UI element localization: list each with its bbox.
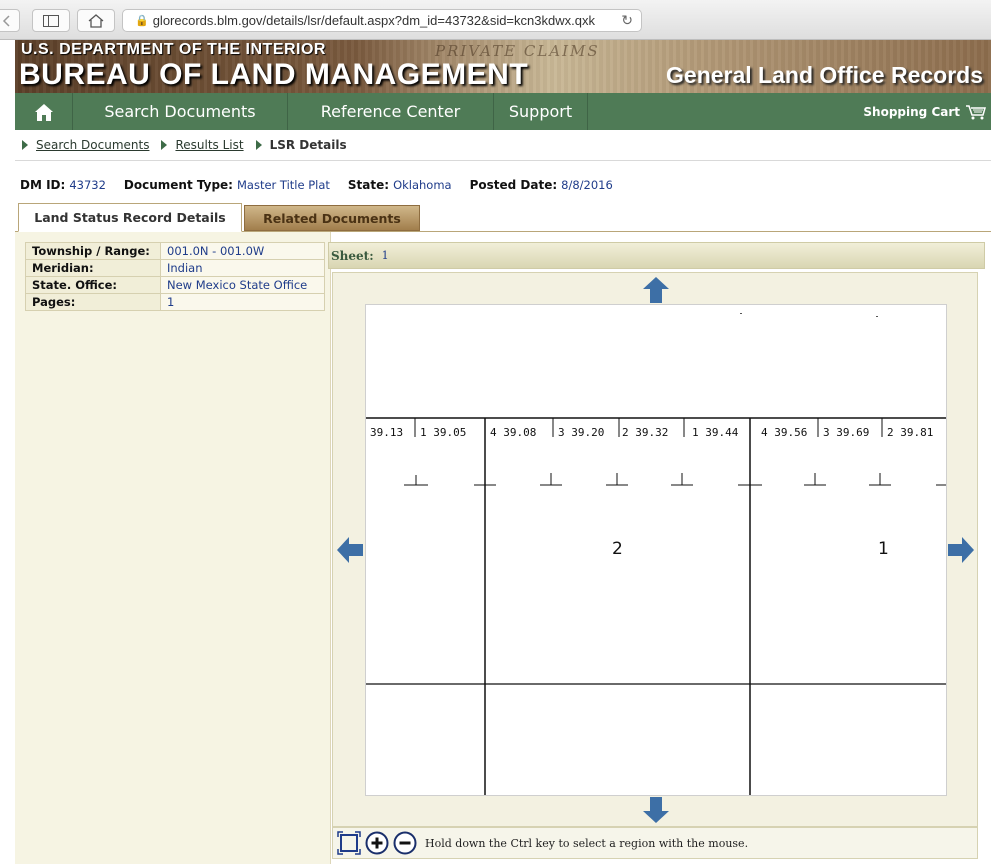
table-row: Pages: 1 — [25, 293, 325, 311]
posted-date-value: 8/8/2016 — [561, 178, 613, 192]
township-range-value: 001.0N - 001.0W — [160, 242, 325, 260]
viewer-toolbar: Hold down the Ctrl key to select a regio… — [332, 827, 978, 859]
nav-home-button[interactable] — [15, 93, 73, 130]
nav-reference-center[interactable]: Reference Center — [288, 93, 494, 130]
divider — [15, 160, 991, 161]
document-summary: DM ID: 43732 Document Type: Master Title… — [20, 178, 631, 192]
department-title: U.S. DEPARTMENT OF THE INTERIOR — [21, 41, 326, 58]
pan-right-arrow-icon[interactable] — [947, 536, 975, 564]
chevron-left-icon — [2, 14, 10, 27]
lock-icon: 🔒 — [135, 15, 149, 27]
back-button[interactable] — [0, 9, 20, 32]
dm-id-value: 43732 — [69, 178, 106, 192]
sidebar-icon — [43, 14, 59, 27]
bureau-title[interactable]: BUREAU OF LAND MANAGEMENT — [19, 58, 528, 92]
home-browser-button[interactable] — [77, 9, 115, 32]
township-range-label: Township / Range: — [25, 242, 161, 260]
reload-icon[interactable]: ↻ — [621, 12, 633, 29]
zoom-out-icon — [393, 831, 417, 855]
tab-land-status-record-details[interactable]: Land Status Record Details — [18, 203, 242, 232]
pan-down-arrow-icon[interactable] — [642, 796, 670, 824]
section-number: 2 — [612, 539, 623, 559]
breadcrumb-arrow-icon — [161, 140, 168, 150]
lot-label: 2 39.81 — [887, 426, 934, 439]
breadcrumb-arrow-icon — [255, 140, 262, 150]
state-office-value: New Mexico State Office — [160, 276, 325, 294]
breadcrumb-search-documents[interactable]: Search Documents — [36, 138, 149, 152]
sheet-bar: Sheet: 1 — [328, 242, 985, 269]
pan-left-arrow-icon[interactable] — [336, 536, 364, 564]
lot-label: 4 39.08 — [490, 426, 537, 439]
breadcrumb-results-list[interactable]: Results List — [175, 138, 243, 152]
select-region-button[interactable] — [337, 831, 361, 855]
select-region-icon — [337, 831, 361, 855]
zoom-out-button[interactable] — [393, 831, 417, 855]
details-table: Township / Range: 001.0N - 001.0W Meridi… — [25, 242, 325, 311]
shopping-cart-label: Shopping Cart — [863, 104, 960, 119]
selection-hint: Hold down the Ctrl key to select a regio… — [425, 836, 749, 850]
table-row: State. Office: New Mexico State Office — [25, 276, 325, 294]
sheet-value: 1 — [381, 249, 389, 262]
url-text: glorecords.blm.gov/details/lsr/default.a… — [152, 13, 595, 28]
lot-acreage-row: 39.13 1 39.05 4 39.08 3 39.20 2 39.32 1 … — [366, 426, 946, 440]
lot-label: 4 39.56 — [761, 426, 808, 439]
state-office-label: State. Office: — [25, 276, 161, 294]
dm-id-label: DM ID: — [20, 178, 66, 192]
document-type-label: Document Type: — [123, 178, 233, 192]
lot-label: 2 39.32 — [622, 426, 669, 439]
home-icon — [34, 103, 53, 121]
shopping-cart-link[interactable]: Shopping Cart — [863, 93, 987, 130]
nav-search-documents[interactable]: Search Documents — [73, 93, 288, 130]
table-row: Meridian: Indian — [25, 259, 325, 277]
lot-label: 1 39.05 — [420, 426, 467, 439]
table-row: Township / Range: 001.0N - 001.0W — [25, 242, 325, 260]
meridian-label: Meridian: — [25, 259, 161, 277]
zoom-in-icon — [365, 831, 389, 855]
document-type-value: Master Title Plat — [236, 178, 330, 192]
sheet-label: Sheet: — [331, 248, 374, 263]
tab-related-documents[interactable]: Related Documents — [244, 205, 420, 231]
state-value: Oklahoma — [393, 178, 452, 192]
cart-icon — [966, 104, 986, 119]
sidebar-toggle-button[interactable] — [32, 9, 70, 32]
records-title[interactable]: General Land Office Records — [666, 62, 983, 89]
browser-toolbar: 🔒 glorecords.blm.gov/details/lsr/default… — [0, 0, 991, 40]
home-icon — [88, 13, 104, 28]
address-bar[interactable]: 🔒 glorecords.blm.gov/details/lsr/default… — [122, 9, 642, 32]
pages-label: Pages: — [25, 293, 161, 311]
lot-label: 39.13 — [370, 426, 404, 439]
meridian-value: Indian — [160, 259, 325, 277]
pages-value: 1 — [160, 293, 325, 311]
details-panel: Township / Range: 001.0N - 001.0W Meridi… — [15, 232, 331, 864]
plat-image[interactable]: 39.13 1 39.05 4 39.08 3 39.20 2 39.32 1 … — [365, 304, 947, 796]
lot-label: 3 39.20 — [558, 426, 605, 439]
breadcrumb-arrow-icon — [22, 140, 28, 150]
plat-drawing — [366, 313, 946, 795]
site-banner: PRIVATE CLAIMS U.S. DEPARTMENT OF THE IN… — [15, 40, 991, 93]
nav-support[interactable]: Support — [494, 93, 588, 130]
breadcrumb-current: LSR Details — [269, 138, 347, 152]
pan-up-arrow-icon[interactable] — [642, 276, 670, 304]
posted-date-label: Posted Date: — [469, 178, 558, 192]
breadcrumb: Search Documents Results List LSR Detail… — [22, 136, 347, 154]
main-nav: Search Documents Reference Center Suppor… — [15, 93, 991, 130]
state-label: State: — [347, 178, 390, 192]
lot-label: 1 39.44 — [692, 426, 739, 439]
section-number: 1 — [878, 539, 889, 559]
zoom-in-button[interactable] — [365, 831, 389, 855]
lot-label: 3 39.69 — [823, 426, 870, 439]
